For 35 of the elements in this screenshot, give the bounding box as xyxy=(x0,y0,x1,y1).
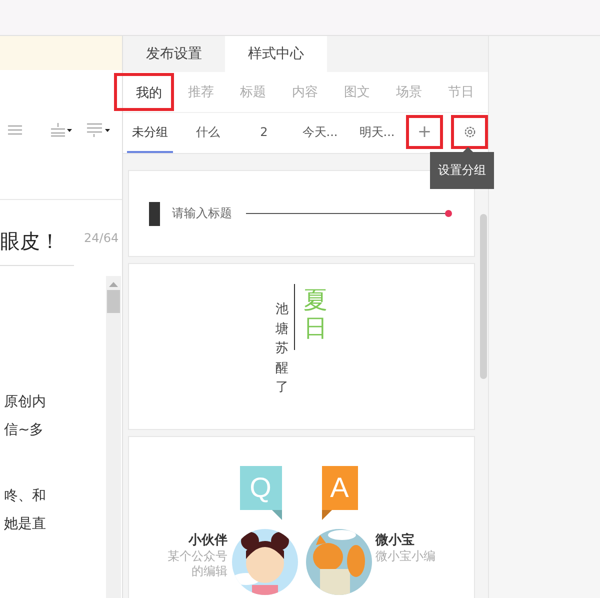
group-tab[interactable]: 未分组 xyxy=(127,113,173,153)
title-template-text: 请输入标题 xyxy=(172,205,232,222)
scroll-up-icon[interactable] xyxy=(109,282,118,287)
body-text: 原创内 xyxy=(4,393,47,412)
article-title[interactable]: 眼皮！ xyxy=(0,220,74,266)
dot-icon xyxy=(445,210,452,217)
scroll-thumb[interactable] xyxy=(107,290,120,313)
vertical-subtitle: 池塘苏醒了 xyxy=(276,301,288,397)
category-tab[interactable]: 我的 xyxy=(113,72,175,112)
group-tab[interactable]: 明天... xyxy=(355,113,399,153)
group-tab[interactable]: 今天... xyxy=(285,113,355,153)
panel-tab[interactable]: 样式中心 xyxy=(225,36,327,72)
person-name: 微小宝 xyxy=(376,532,416,549)
settings-icon xyxy=(464,126,476,138)
person-description: 某个公众号的编辑 xyxy=(168,549,228,579)
scroll-thumb[interactable] xyxy=(480,214,487,379)
align-icon[interactable] xyxy=(8,124,22,134)
body-text: 信~多 xyxy=(4,421,45,440)
group-tab[interactable]: 2 xyxy=(243,113,285,153)
body-text: 咚、和 xyxy=(4,487,47,506)
title-bar-mark xyxy=(149,202,160,226)
badge-flag: Q xyxy=(240,466,282,520)
person-name: 小伙伴 xyxy=(188,532,228,549)
badge-flag: A xyxy=(322,466,358,520)
vertical-title: 夏日 xyxy=(304,287,328,342)
tooltip: 设置分组 xyxy=(430,147,494,189)
scrollbar[interactable] xyxy=(106,276,121,598)
group-tab[interactable]: 什么 xyxy=(173,113,243,153)
group-settings-button[interactable] xyxy=(451,115,488,149)
person-description: 微小宝小编 xyxy=(376,549,436,564)
paragraph-spacing-icon[interactable] xyxy=(86,122,110,136)
line-spacing-icon[interactable] xyxy=(50,122,72,136)
add-group-button[interactable]: + xyxy=(406,115,443,149)
body-text: 她是直 xyxy=(4,515,47,534)
character-counter: 24/64 xyxy=(84,231,119,245)
